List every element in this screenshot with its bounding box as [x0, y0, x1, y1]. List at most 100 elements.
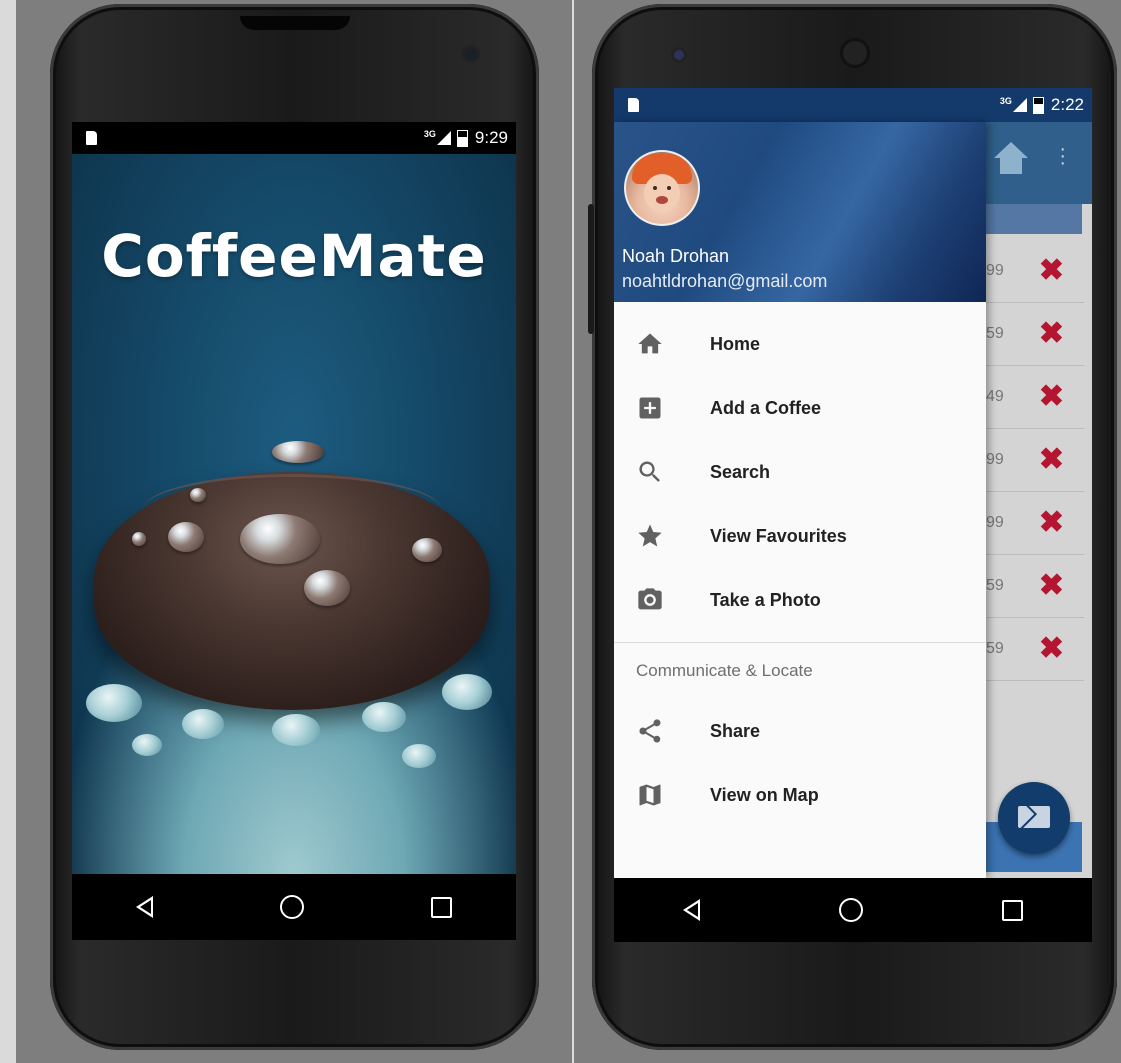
- status-bar: 3G 9:29: [72, 122, 516, 154]
- water-bubble: [182, 709, 224, 739]
- earpiece-speaker: [239, 16, 350, 30]
- left-phone-frame: 3G 9:29 CoffeeMate: [50, 4, 539, 1050]
- front-camera: [674, 50, 684, 60]
- status-time: 2:22: [1050, 95, 1084, 114]
- envelope-icon: [1018, 806, 1050, 828]
- signal-icon: [436, 131, 451, 145]
- right-phone-frame: 3G 2:22 · · · 99 ✖ 59 ✖ 49 ✖ 99 ✖ 99 ✖ 5…: [588, 4, 1117, 1050]
- coffee-list: 99 ✖ 59 ✖ 49 ✖ 99 ✖ 99 ✖ 59 ✖ 59 ✖: [986, 240, 1084, 681]
- map-icon: [639, 784, 661, 806]
- splash-screen: CoffeeMate: [72, 154, 516, 874]
- menu-item-label: Add a Coffee: [710, 397, 822, 418]
- overflow-menu-icon[interactable]: · · ·: [1059, 139, 1066, 173]
- water-bubble: [272, 714, 320, 746]
- earpiece-grille: [843, 41, 867, 65]
- menu-item-view-map[interactable]: View on Map: [614, 763, 986, 827]
- delete-icon[interactable]: ✖: [1039, 571, 1064, 601]
- water-drop: [304, 570, 350, 606]
- item-price: 99: [986, 514, 1004, 531]
- search-icon: [639, 461, 660, 482]
- menu-section-title: Communicate & Locate: [636, 661, 813, 680]
- water-bubble: [442, 674, 492, 710]
- menu-item-label: Take a Photo: [710, 589, 821, 610]
- item-price: 99: [986, 451, 1004, 468]
- item-price: 99: [986, 262, 1004, 279]
- delete-icon[interactable]: ✖: [1039, 634, 1064, 664]
- delete-icon[interactable]: ✖: [1039, 319, 1064, 349]
- menu-item-home[interactable]: Home: [614, 312, 986, 376]
- sd-card-icon: [86, 131, 97, 145]
- delete-icon[interactable]: ✖: [1039, 256, 1064, 286]
- app-title: CoffeeMate: [101, 222, 487, 290]
- volume-button: [588, 204, 594, 334]
- network-type: 3G: [999, 96, 1012, 106]
- menu-item-label: Share: [710, 720, 761, 741]
- water-bubble: [362, 702, 406, 732]
- list-header-strip: [986, 204, 1082, 234]
- recents-icon[interactable]: [431, 896, 453, 918]
- water-drop: [412, 538, 442, 562]
- drawer-menu: Home Add a Coffee Search View Favourites: [614, 302, 986, 827]
- navigation-drawer: Noah Drohan noahtldrohan@gmail.com Home …: [614, 122, 986, 878]
- sd-card-icon: [628, 98, 639, 112]
- add-box-icon: [639, 397, 661, 419]
- user-name: Noah Drohan: [622, 246, 730, 266]
- delete-icon[interactable]: ✖: [1039, 382, 1064, 412]
- menu-item-favourites[interactable]: View Favourites: [614, 504, 986, 568]
- home-circle-icon[interactable]: [838, 898, 863, 922]
- recents-icon[interactable]: [1001, 899, 1023, 921]
- panel-divider: [572, 0, 574, 1063]
- right-phone-screen: 3G 2:22 · · · 99 ✖ 59 ✖ 49 ✖ 99 ✖ 99 ✖ 5…: [614, 88, 1092, 942]
- item-price: 59: [986, 640, 1004, 657]
- back-icon[interactable]: [135, 896, 153, 918]
- water-drop: [240, 514, 320, 564]
- water-bubble: [86, 684, 142, 722]
- menu-item-add-coffee[interactable]: Add a Coffee: [614, 376, 986, 440]
- menu-item-label: View Favourites: [710, 525, 847, 546]
- toolbar-home-icon[interactable]: [994, 142, 1028, 174]
- left-edge-strip: [0, 0, 16, 1063]
- menu-item-share[interactable]: Share: [614, 699, 986, 763]
- delete-icon[interactable]: ✖: [1039, 508, 1064, 538]
- system-nav-bar: [72, 874, 516, 940]
- signal-icon: [1012, 98, 1027, 112]
- back-icon[interactable]: [683, 899, 701, 921]
- status-bar: 3G 2:22: [614, 88, 1092, 122]
- star-icon: [638, 524, 662, 547]
- menu-item-label: View on Map: [710, 784, 819, 805]
- list-item[interactable]: 59 ✖: [986, 618, 1084, 681]
- menu-item-search[interactable]: Search: [614, 440, 986, 504]
- share-icon: [639, 719, 661, 743]
- status-time: 9:29: [474, 128, 508, 147]
- front-camera: [465, 48, 477, 60]
- item-price: 59: [986, 325, 1004, 342]
- water-bubble: [402, 744, 436, 768]
- user-email: noahtldrohan@gmail.com: [622, 271, 828, 291]
- list-item[interactable]: 99 ✖: [986, 492, 1084, 555]
- water-drop: [132, 532, 146, 546]
- menu-item-label: Search: [710, 461, 771, 482]
- menu-item-take-photo[interactable]: Take a Photo: [614, 568, 986, 632]
- water-bubble: [132, 734, 162, 756]
- home-circle-icon[interactable]: [279, 895, 304, 919]
- home-icon: [638, 333, 662, 354]
- list-item[interactable]: 99 ✖: [986, 429, 1084, 492]
- item-price: 49: [986, 388, 1004, 405]
- left-phone-screen: 3G 9:29 CoffeeMate: [72, 122, 516, 940]
- battery-icon: [456, 129, 468, 147]
- delete-icon[interactable]: ✖: [1039, 445, 1064, 475]
- list-item[interactable]: 59 ✖: [986, 555, 1084, 618]
- battery-icon: [1032, 96, 1044, 114]
- avatar[interactable]: [626, 152, 698, 224]
- camera-icon: [638, 588, 662, 610]
- water-drop: [272, 441, 324, 463]
- email-fab[interactable]: [998, 782, 1070, 854]
- list-item[interactable]: 99 ✖: [986, 240, 1084, 303]
- item-price: 59: [986, 577, 1004, 594]
- water-drop: [190, 488, 206, 502]
- list-item[interactable]: 59 ✖: [986, 303, 1084, 366]
- water-drop: [168, 522, 204, 552]
- system-nav-bar: [614, 878, 1092, 942]
- menu-item-label: Home: [710, 333, 761, 354]
- list-item[interactable]: 49 ✖: [986, 366, 1084, 429]
